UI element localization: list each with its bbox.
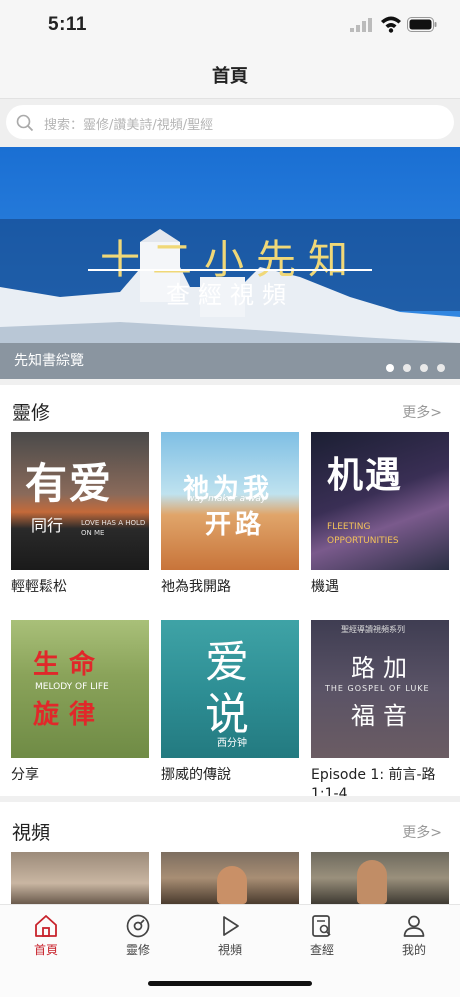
card-label: 祂為我開路: [161, 579, 231, 595]
devotion-card[interactable]: 机遇 FLEETING OPPORTUNITIES 機遇: [311, 432, 449, 597]
more-link[interactable]: 更多>: [402, 402, 442, 422]
card-art-title-2: 旋律: [33, 700, 106, 730]
carousel-dots: [386, 357, 454, 376]
tab-label: 我的: [401, 943, 426, 957]
video-card[interactable]: [161, 852, 299, 904]
card-art-english: way maker a way: [187, 494, 267, 504]
navigation-bar: 首頁: [0, 50, 460, 99]
bible-search-icon: [312, 915, 331, 937]
carousel-dot[interactable]: [420, 364, 428, 372]
carousel-dot[interactable]: [437, 364, 445, 372]
card-art-title: 机遇: [327, 455, 404, 496]
search-input[interactable]: 搜索：靈修/讚美詩/視頻/聖經: [6, 105, 454, 139]
card-label: 分享: [11, 767, 39, 783]
card-art-title: 生命: [33, 650, 106, 680]
status-time: 5:11: [48, 14, 87, 35]
battery-icon: [407, 17, 437, 32]
tab-label: 靈修: [125, 943, 150, 957]
devotion-card[interactable]: 爱 说 西分钟 挪威的傳說: [161, 620, 299, 785]
card-thumbnail: 祂为我 开路 way maker a way: [161, 432, 299, 570]
tab-devotion[interactable]: 靈修: [92, 913, 184, 958]
search-icon: [16, 114, 34, 132]
search-placeholder: 搜索：靈修/讚美詩/視頻/聖經: [44, 118, 214, 133]
devotion-card[interactable]: 有爱 同行 LOVE HAS A HOLD ON ME 輕輕鬆松: [11, 432, 149, 597]
devotion-section-header: 靈修 更多>: [0, 390, 460, 430]
videos-section-header: 視頻 更多>: [0, 810, 460, 850]
card-art-title-2: 开路: [205, 510, 266, 540]
card-thumbnail: 机遇 FLEETING OPPORTUNITIES: [311, 432, 449, 570]
carousel-dot[interactable]: [403, 364, 411, 372]
card-art-title-2: 福音: [351, 702, 415, 730]
compass-icon: [126, 914, 150, 938]
devotion-card[interactable]: 生命 旋律 MELODY OF LIFE 分享: [11, 620, 149, 785]
tab-videos[interactable]: 視頻: [184, 913, 276, 958]
signal-icon: [350, 18, 372, 32]
profile-icon: [403, 915, 425, 937]
section-separator: [0, 796, 460, 802]
banner-divider: [88, 269, 372, 271]
tab-label: 查經: [309, 943, 334, 957]
video-thumbnail: [161, 852, 299, 904]
card-art-english: MELODY OF LIFE: [35, 682, 109, 692]
card-label: 輕輕鬆松: [11, 579, 67, 595]
tab-profile[interactable]: 我的: [368, 913, 460, 958]
search-bar-container: 搜索：靈修/讚美詩/視頻/聖經: [0, 99, 460, 147]
status-bar: 5:11: [0, 0, 460, 50]
page-title: 首頁: [212, 66, 248, 87]
video-thumbnail: [311, 852, 449, 904]
home-indicator[interactable]: [148, 981, 312, 986]
tab-bible[interactable]: 查經: [276, 913, 368, 958]
tab-label: 視頻: [217, 943, 242, 957]
card-thumbnail: 生命 旋律 MELODY OF LIFE: [11, 620, 149, 758]
card-art-english: LOVE HAS A HOLD ON ME: [81, 519, 146, 537]
card-art-title: 有爱: [25, 459, 114, 508]
video-card[interactable]: [311, 852, 449, 904]
video-card[interactable]: [11, 852, 149, 904]
tab-home[interactable]: 首頁: [0, 913, 92, 958]
card-art-english: FLEETING OPPORTUNITIES: [327, 522, 399, 546]
video-thumbnail: [11, 852, 149, 904]
carousel-dot[interactable]: [386, 364, 394, 372]
section-title: 視頻: [12, 822, 51, 844]
card-thumbnail: 有爱 同行 LOVE HAS A HOLD ON ME: [11, 432, 149, 570]
banner-subtitle: 查經視頻: [166, 281, 294, 309]
card-label: 挪威的傳說: [161, 767, 231, 783]
devotion-card[interactable]: 聖經導讀視頻系列 路加 THE GOSPEL OF LUKE 福音 Episod…: [311, 620, 449, 804]
card-art-title: 路加: [351, 654, 415, 682]
card-thumbnail: 聖經導讀視頻系列 路加 THE GOSPEL OF LUKE 福音: [311, 620, 449, 758]
card-art-english: THE GOSPEL OF LUKE: [325, 684, 430, 693]
card-art-title-2: 说: [205, 689, 249, 740]
card-art-subtitle: 西分钟: [217, 738, 247, 749]
wifi-icon: [381, 16, 401, 33]
section-separator: [0, 379, 460, 385]
home-icon: [35, 915, 57, 937]
banner-caption: 先知書綜覽: [14, 353, 84, 369]
card-art-subtitle: 聖經導讀視頻系列: [341, 625, 405, 634]
section-title: 靈修: [12, 402, 51, 424]
card-label: 機遇: [311, 579, 339, 595]
card-art-subtitle: 同行: [31, 516, 64, 535]
devotion-card[interactable]: 祂为我 开路 way maker a way 祂為我開路: [161, 432, 299, 597]
card-thumbnail: 爱 说 西分钟: [161, 620, 299, 758]
more-link[interactable]: 更多>: [402, 822, 442, 842]
tab-label: 首頁: [33, 943, 58, 957]
banner-carousel[interactable]: 十二小先知 查經視頻 先知書綜覽: [0, 147, 460, 379]
play-icon: [223, 916, 239, 936]
